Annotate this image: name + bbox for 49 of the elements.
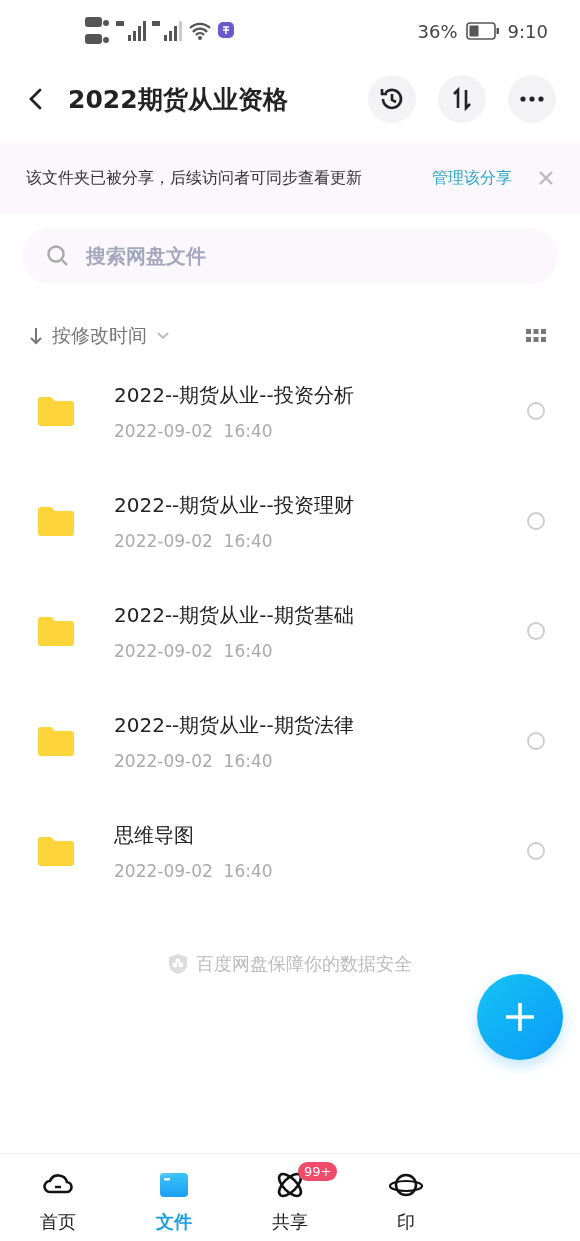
wifi-icon <box>188 21 212 41</box>
folder-title: 2022期货从业资格 <box>68 83 289 116</box>
count-badge: 99+ <box>298 1162 338 1181</box>
more-button[interactable] <box>508 75 556 123</box>
folder-icon <box>38 616 74 646</box>
shield-icon <box>168 953 188 975</box>
modified-date: 2022-09-02 16:40 <box>114 640 274 661</box>
select-circle[interactable] <box>526 511 546 531</box>
select-circle[interactable] <box>526 621 546 641</box>
nav-tab[interactable]: 共享 99+ <box>232 1154 348 1241</box>
plus-icon <box>504 1001 536 1033</box>
add-button[interactable] <box>477 974 563 1060</box>
grid-view-icon[interactable] <box>526 329 546 343</box>
search-icon <box>46 244 70 268</box>
select-circle[interactable] <box>526 401 546 421</box>
app-icon <box>218 22 234 40</box>
folder-name[interactable]: 2022--期货从业--期货基础 <box>114 601 526 629</box>
folder-name[interactable]: 2022--期货从业--投资分析 <box>114 381 526 409</box>
sort-arrow-icon <box>30 326 42 346</box>
shared-notice: 该文件夹已被分享，后续访问者可同步查看更新 <box>26 167 363 189</box>
folder-icon <box>38 396 74 426</box>
signal-icon <box>116 19 146 43</box>
battery-percent: 36% <box>417 20 458 42</box>
nav-tab[interactable]: 印 <box>348 1154 464 1241</box>
hd-icon <box>84 15 110 47</box>
search-field[interactable]: 搜索网盘文件 <box>22 228 558 284</box>
modified-date: 2022-09-02 16:40 <box>114 750 274 771</box>
battery-icon <box>465 22 500 40</box>
folder-name[interactable]: 思维导图 <box>114 821 526 849</box>
transfer-button[interactable] <box>438 75 486 123</box>
signal-icon <box>152 19 182 43</box>
folder-icon <box>38 506 74 536</box>
clock-time: 9:10 <box>507 20 548 42</box>
nav-tab[interactable]: 首页 <box>0 1154 116 1241</box>
modified-date: 2022-09-02 16:40 <box>114 530 274 551</box>
select-circle[interactable] <box>526 731 546 751</box>
folder-name[interactable]: 2022--期货从业--期货法律 <box>114 711 526 739</box>
security-note: 百度网盘保障你的数据安全 <box>196 952 412 976</box>
folder-icon <box>38 836 74 866</box>
caret-icon <box>157 332 169 340</box>
modified-date: 2022-09-02 16:40 <box>114 860 274 881</box>
history-button[interactable] <box>368 75 416 123</box>
more-icon <box>520 96 544 102</box>
sort-dropdown[interactable]: 按修改时间 <box>30 323 169 349</box>
modified-date: 2022-09-02 16:40 <box>114 420 274 441</box>
folder-icon <box>38 726 74 756</box>
folder-name[interactable]: 2022--期货从业--投资理财 <box>114 491 526 519</box>
select-circle[interactable] <box>526 841 546 861</box>
close-icon[interactable] <box>538 170 554 186</box>
